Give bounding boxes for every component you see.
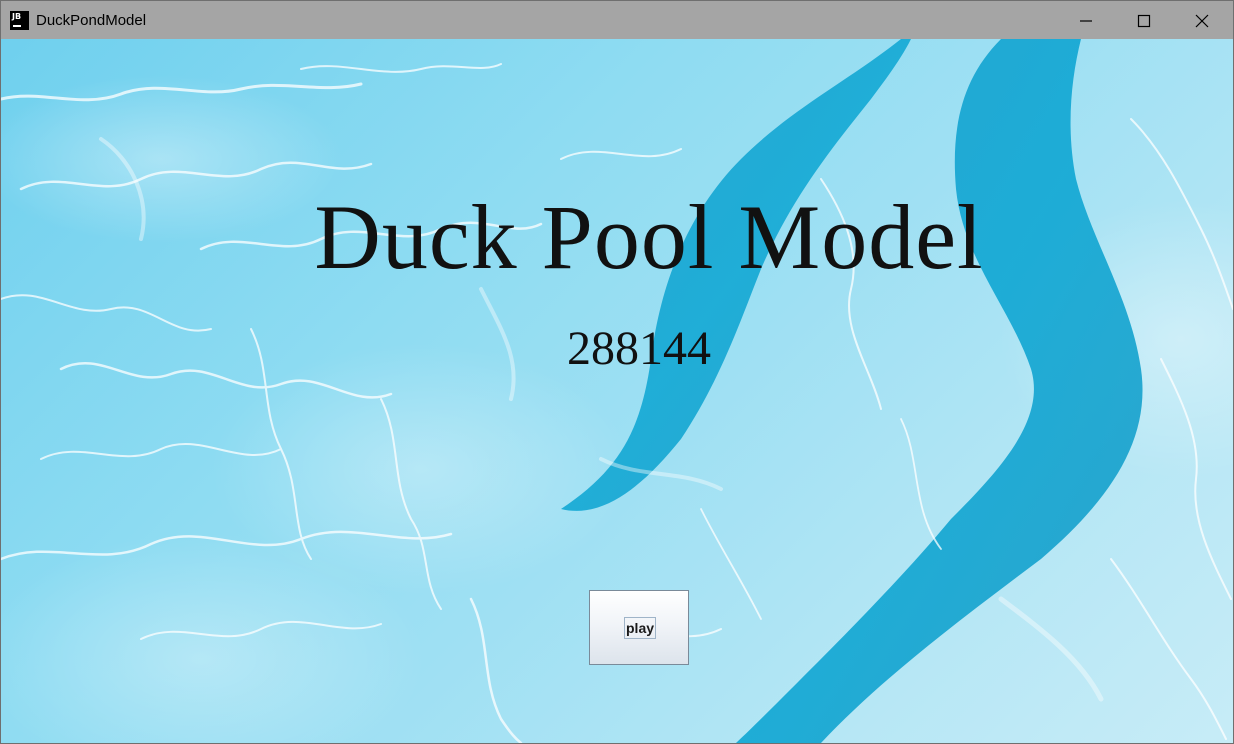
window-title: DuckPondModel	[36, 12, 147, 29]
maximize-icon	[1137, 14, 1151, 28]
jetbrains-app-icon: JB	[10, 11, 29, 30]
game-canvas: Duck Pool Model 288144 play	[1, 39, 1233, 743]
title-bar[interactable]: JB DuckPondModel	[1, 1, 1233, 39]
play-button-label: play	[624, 617, 657, 639]
app-icon-text: JB	[12, 12, 22, 21]
minimize-icon	[1080, 20, 1092, 22]
close-button[interactable]	[1173, 1, 1231, 39]
minimize-button[interactable]	[1057, 1, 1115, 39]
game-title-heading: Duck Pool Model	[314, 186, 984, 288]
play-button[interactable]: play	[589, 590, 689, 665]
app-window: JB DuckPondModel Duck Pool Model 288144 …	[0, 0, 1234, 744]
close-icon	[1195, 14, 1209, 28]
score-display: 288144	[567, 322, 711, 375]
maximize-button[interactable]	[1115, 1, 1173, 39]
